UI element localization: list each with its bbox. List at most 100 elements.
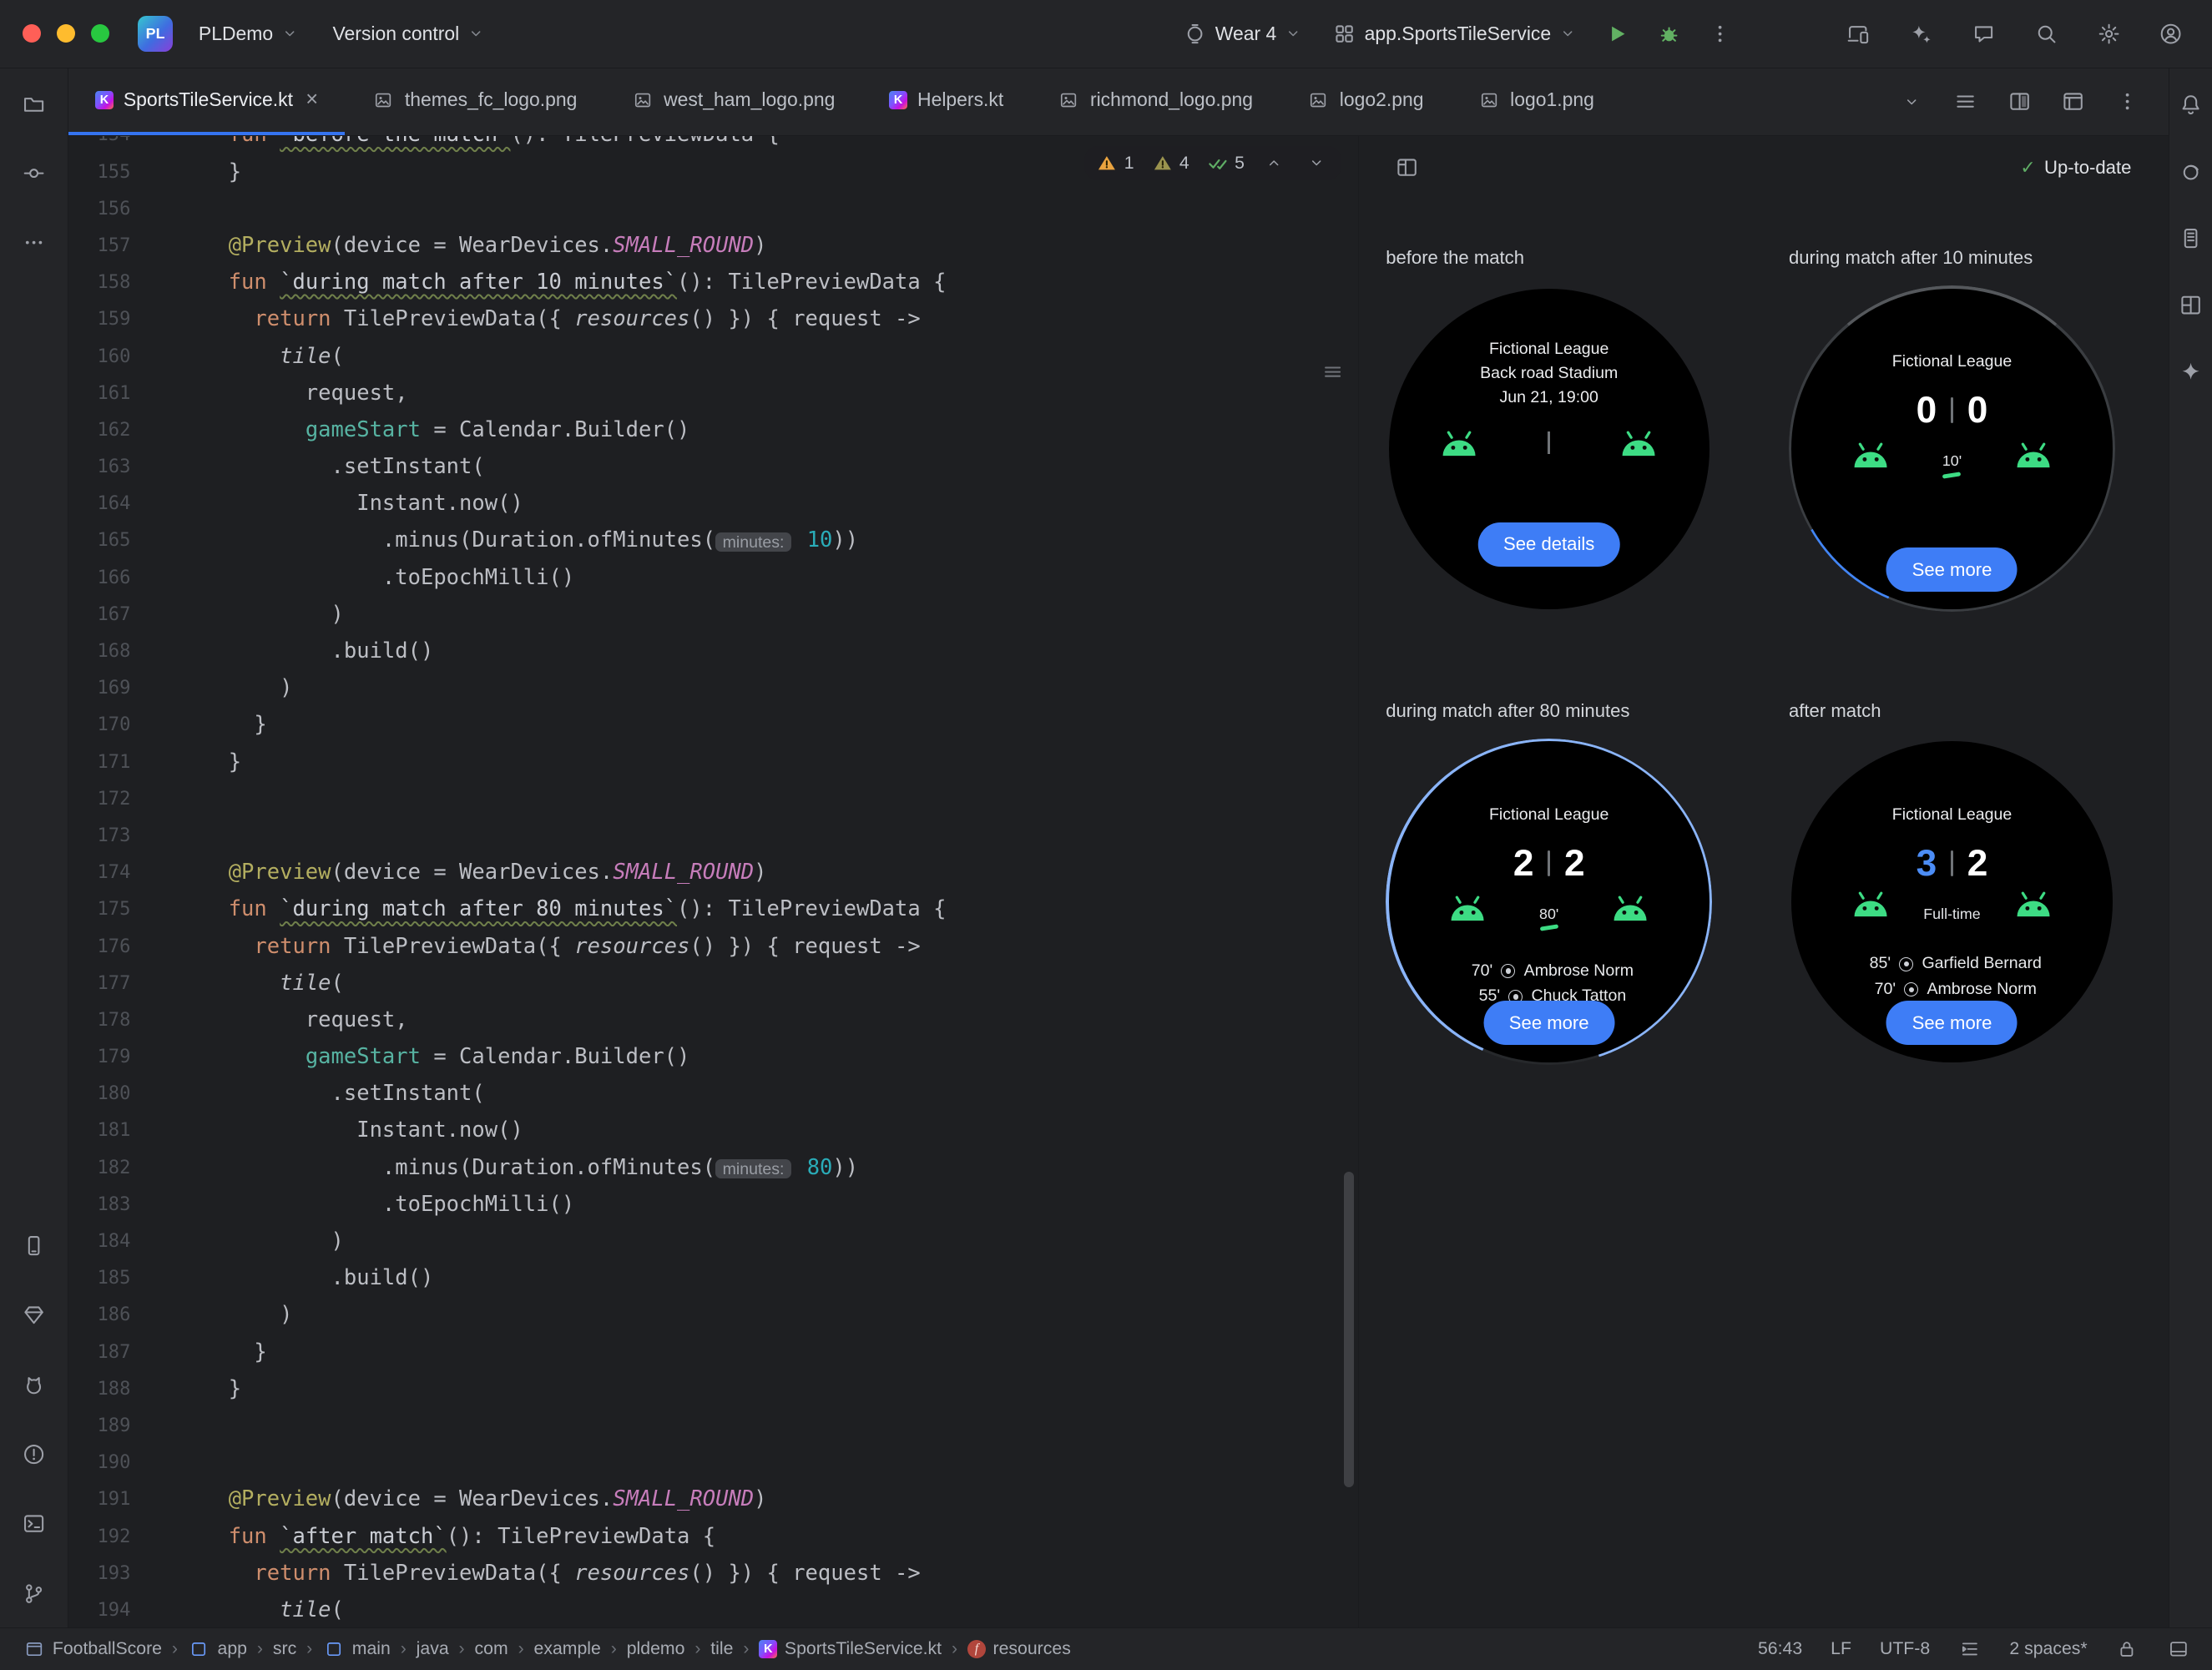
device-mirroring-button[interactable] (1837, 13, 1880, 55)
more-run-actions-button[interactable] (1699, 13, 1741, 55)
code-line[interactable]: 168 .build() (68, 633, 1358, 669)
gemini-button[interactable] (2169, 351, 2212, 393)
design-preview-button[interactable] (2052, 80, 2094, 123)
gradle-button[interactable] (2169, 150, 2212, 193)
code-line[interactable]: 189 (68, 1407, 1358, 1444)
code-line[interactable]: 172 (68, 780, 1358, 817)
code-line[interactable]: 161 request, (68, 375, 1358, 411)
caret-position[interactable]: 56:43 (1758, 1638, 1802, 1659)
run-button[interactable] (1597, 13, 1639, 55)
code-content[interactable]: 154fun `before the match`(): TilePreview… (68, 136, 1358, 1627)
breadcrumb-app[interactable]: app (188, 1637, 247, 1660)
vcs-menu[interactable]: Version control (321, 15, 497, 52)
code-line[interactable]: 163 .setInstant( (68, 448, 1358, 485)
running-devices-button[interactable] (13, 1224, 55, 1267)
code-line[interactable]: 185 .build() (68, 1259, 1358, 1296)
preview-layout-button[interactable] (1386, 146, 1428, 189)
close-window-button[interactable] (23, 24, 42, 43)
breadcrumb-tile[interactable]: tile (710, 1638, 733, 1659)
code-line[interactable]: 181 Instant.now() (68, 1112, 1358, 1148)
feedback-button[interactable] (1962, 13, 2005, 55)
code-line[interactable]: 177 tile( (68, 965, 1358, 1001)
breadcrumb-src[interactable]: src (273, 1638, 296, 1659)
breadcrumb-resources[interactable]: f resources (967, 1638, 1071, 1659)
code-line[interactable]: 178 request, (68, 1001, 1358, 1038)
avatar-button[interactable] (2149, 13, 2192, 55)
code-line[interactable]: 175 fun `during match after 80 minutes`()… (68, 890, 1358, 927)
close-icon[interactable]: × (306, 88, 318, 112)
code-line[interactable]: 171} (68, 744, 1358, 780)
more-vertical-button[interactable] (2106, 80, 2149, 123)
editor-float-menu-icon[interactable] (1321, 361, 1344, 383)
notifications-button[interactable] (2169, 83, 2212, 126)
layout-inspector-button[interactable] (2169, 284, 2212, 326)
code-line[interactable]: 190 (68, 1444, 1358, 1481)
watch-action-button[interactable]: See more (1886, 547, 2018, 593)
debug-button[interactable] (1648, 13, 1690, 55)
checks-inspection[interactable]: 5 (1206, 152, 1245, 174)
code-line[interactable]: 159 return TilePreviewData({ resources()… (68, 300, 1358, 337)
tab-richmond-logo-png[interactable]: richmond_logo.png (1031, 68, 1280, 136)
breadcrumb-pldemo[interactable]: pldemo (627, 1638, 685, 1659)
code-line[interactable]: 180 .setInstant( (68, 1075, 1358, 1112)
more-button[interactable] (13, 221, 55, 264)
code-line[interactable]: 162 gameStart = Calendar.Builder() (68, 411, 1358, 448)
settings-button[interactable] (2088, 13, 2130, 55)
breadcrumb-example[interactable]: example (534, 1638, 601, 1659)
tab-sportstileservice-kt[interactable]: K SportsTileService.kt × (68, 68, 346, 136)
tab-west-ham-logo-png[interactable]: west_ham_logo.png (604, 68, 862, 136)
layout-widget-button[interactable] (2167, 1637, 2189, 1660)
code-line[interactable]: 192 fun `after match`(): TilePreviewData … (68, 1518, 1358, 1555)
breadcrumb-main[interactable]: main (322, 1637, 391, 1660)
code-line[interactable]: 157 @Preview(device = WearDevices.SMALL_R… (68, 227, 1358, 264)
code-line[interactable]: 170 } (68, 706, 1358, 743)
ai-assistant-button[interactable] (1900, 13, 1942, 55)
code-line[interactable]: 182 .minus(Duration.ofMinutes(minutes: 8… (68, 1149, 1358, 1186)
previous-problem-button[interactable] (1261, 150, 1287, 176)
code-line[interactable]: 184 ) (68, 1223, 1358, 1259)
warning-inspection[interactable]: 1 (1096, 152, 1134, 174)
code-line[interactable]: 169 ) (68, 669, 1358, 706)
code-editor[interactable]: 154fun `before the match`(): TilePreview… (68, 136, 1358, 1627)
code-line[interactable]: 191 @Preview(device = WearDevices.SMALL_R… (68, 1481, 1358, 1517)
problems-button[interactable] (13, 1433, 55, 1476)
terminal-button[interactable] (13, 1502, 55, 1545)
code-line[interactable]: 174 @Preview(device = WearDevices.SMALL_R… (68, 854, 1358, 890)
next-problem-button[interactable] (1304, 150, 1330, 176)
project-selector[interactable]: PLDemo (187, 15, 310, 52)
device-explorer-button[interactable] (2169, 217, 2212, 260)
editor-scrollbar[interactable] (1343, 1172, 1354, 1487)
code-line[interactable]: 186 ) (68, 1296, 1358, 1333)
breadcrumb-footballscore[interactable]: FootballScore (23, 1637, 162, 1660)
search-button[interactable] (2025, 13, 2068, 55)
tab-helpers-kt[interactable]: K Helpers.kt (862, 68, 1031, 136)
code-line[interactable]: 194 tile( (68, 1592, 1358, 1627)
code-line[interactable]: 158 fun `during match after 10 minutes`()… (68, 264, 1358, 300)
weak-warning-inspection[interactable]: 4 (1151, 152, 1189, 174)
code-line[interactable]: 166 .toEpochMilli() (68, 559, 1358, 596)
run-configuration-selector[interactable]: app.SportsTileService (1322, 15, 1588, 52)
line-separator[interactable]: LF (1831, 1638, 1851, 1659)
code-line[interactable]: 187 } (68, 1334, 1358, 1370)
tab-logo1-png[interactable]: logo1.png (1451, 68, 1621, 136)
minimize-window-button[interactable] (56, 24, 76, 43)
breadcrumb-com[interactable]: com (475, 1638, 508, 1659)
fullscreen-window-button[interactable] (90, 24, 109, 43)
indent-style-button[interactable] (1958, 1637, 1981, 1660)
code-line[interactable]: 167 ) (68, 596, 1358, 633)
code-line[interactable]: 176 return TilePreviewData({ resources()… (68, 928, 1358, 965)
chevron-down-button[interactable] (1890, 80, 1932, 123)
code-line[interactable]: 164 Instant.now() (68, 485, 1358, 522)
watch-action-button[interactable]: See more (1483, 1000, 1615, 1046)
code-line[interactable]: 179 gameStart = Calendar.Builder() (68, 1038, 1358, 1075)
editor-list-button[interactable] (1944, 80, 1987, 123)
version-control-button[interactable] (13, 1572, 55, 1615)
commit-button[interactable] (13, 152, 55, 194)
tab-logo2-png[interactable]: logo2.png (1280, 68, 1450, 136)
code-line[interactable]: 193 return TilePreviewData({ resources()… (68, 1555, 1358, 1592)
split-editor-button[interactable] (1998, 80, 2041, 123)
watch-action-button[interactable]: See more (1886, 1000, 2018, 1046)
file-encoding[interactable]: UTF-8 (1880, 1638, 1930, 1659)
code-line[interactable]: 173 (68, 817, 1358, 854)
code-line[interactable]: 156 (68, 190, 1358, 227)
